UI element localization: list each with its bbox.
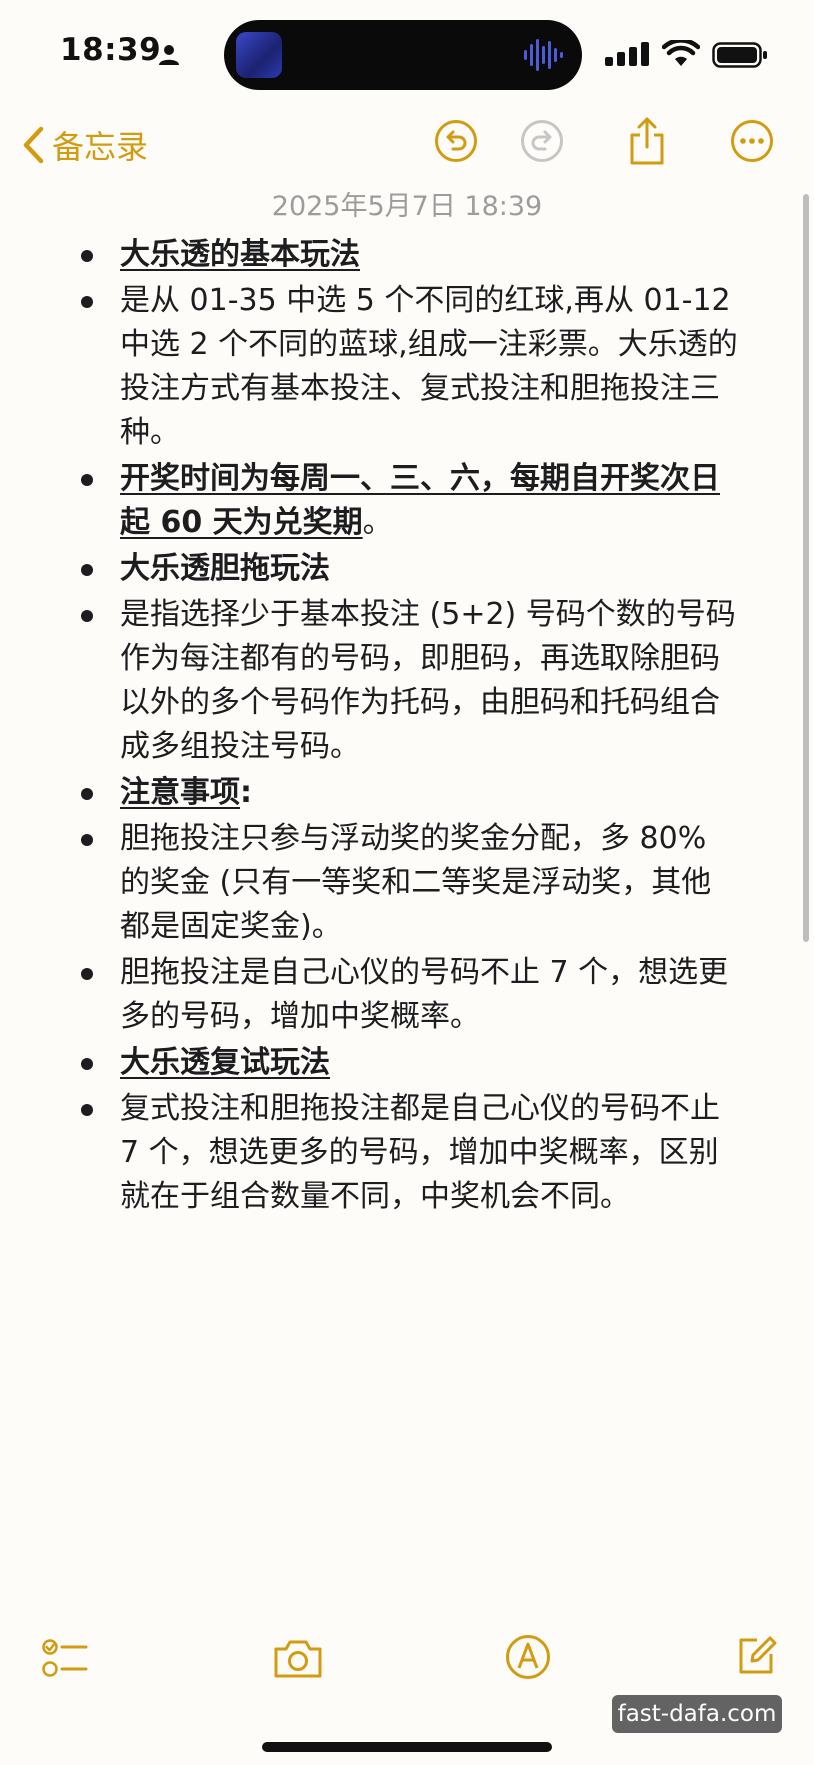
scroll-indicator[interactable]	[803, 194, 809, 942]
list-item[interactable]: 大乐透复试玩法	[0, 1041, 780, 1085]
camera-icon[interactable]	[272, 1638, 324, 1680]
note-date: 2025年5月7日 18:39	[271, 191, 543, 222]
watermark: fast-dafa.com	[612, 1695, 782, 1733]
compose-icon[interactable]	[733, 1632, 779, 1678]
battery-icon	[712, 42, 767, 68]
wifi-icon	[662, 40, 700, 66]
person-icon	[159, 45, 179, 65]
list-item-text: 胆拖投注是自己心仪的号码不止 7 个，想选更多的号码，增加中奖概率。	[120, 955, 729, 1034]
more-icon[interactable]	[730, 119, 774, 163]
notes-screen: 18:39 备忘录 2025年5月7日 18:39 大乐透的基本玩法 是从 01…	[0, 0, 814, 1765]
back-button[interactable]: 备忘录	[22, 120, 148, 170]
home-indicator[interactable]	[262, 1742, 552, 1752]
note-body[interactable]: 大乐透的基本玩法 是从 01-35 中选 5 个不同的红球,再从 01-12 中…	[0, 233, 780, 1221]
list-item-text: 是指选择少于基本投注 (5+2) 号码个数的号码作为每注都有的号码，即胆码，再选…	[120, 597, 736, 764]
cellular-signal-icon	[605, 42, 649, 66]
status-time: 18:39	[60, 32, 162, 68]
chevron-left-icon	[23, 126, 44, 164]
list-item[interactable]: 大乐透胆拖玩法	[0, 547, 780, 591]
list-item[interactable]: 是从 01-35 中选 5 个不同的红球,再从 01-12 中选 2 个不同的蓝…	[0, 279, 780, 455]
list-item[interactable]: 是指选择少于基本投注 (5+2) 号码个数的号码作为每注都有的号码，即胆码，再选…	[0, 593, 780, 769]
dynamic-island[interactable]	[224, 20, 582, 90]
section-heading: 注意事项	[120, 775, 240, 810]
redo-icon[interactable]	[520, 119, 564, 163]
list-item-suffix: :	[240, 775, 252, 810]
undo-icon[interactable]	[434, 119, 478, 163]
section-heading: 大乐透复试玩法	[120, 1045, 330, 1080]
section-heading: 大乐透的基本玩法	[120, 237, 360, 272]
list-item-text: 复式投注和胆拖投注都是自己心仪的号码不止 7 个，想选更多的号码，增加中奖概率，…	[120, 1091, 720, 1214]
list-item[interactable]: 大乐透的基本玩法	[0, 233, 780, 277]
list-item-text: 胆拖投注只参与浮动奖的奖金分配，多 80% 的奖金 (只有一等奖和二等奖是浮动奖…	[120, 821, 712, 944]
section-heading: 开奖时间为每周一、三、六，每期自开奖次日起 60 天为兑奖期	[120, 461, 720, 540]
section-heading: 大乐透胆拖玩法	[120, 551, 330, 586]
now-playing-artwork	[236, 32, 282, 78]
list-item[interactable]: 复式投注和胆拖投注都是自己心仪的号码不止 7 个，想选更多的号码，增加中奖概率，…	[0, 1087, 780, 1219]
audio-waveform-icon	[524, 39, 563, 71]
back-label: 备忘录	[52, 128, 149, 166]
list-item-suffix: 。	[362, 505, 393, 540]
list-item[interactable]: 胆拖投注是自己心仪的号码不止 7 个，想选更多的号码，增加中奖概率。	[0, 951, 780, 1039]
list-item-text: 是从 01-35 中选 5 个不同的红球,再从 01-12 中选 2 个不同的蓝…	[120, 283, 738, 450]
markup-icon[interactable]	[505, 1634, 551, 1680]
list-item[interactable]: 注意事项:	[0, 771, 780, 815]
list-item[interactable]: 开奖时间为每周一、三、六，每期自开奖次日起 60 天为兑奖期。	[0, 457, 780, 545]
share-icon[interactable]	[626, 115, 668, 167]
checklist-icon[interactable]	[42, 1636, 90, 1680]
list-item[interactable]: 胆拖投注只参与浮动奖的奖金分配，多 80% 的奖金 (只有一等奖和二等奖是浮动奖…	[0, 817, 780, 949]
